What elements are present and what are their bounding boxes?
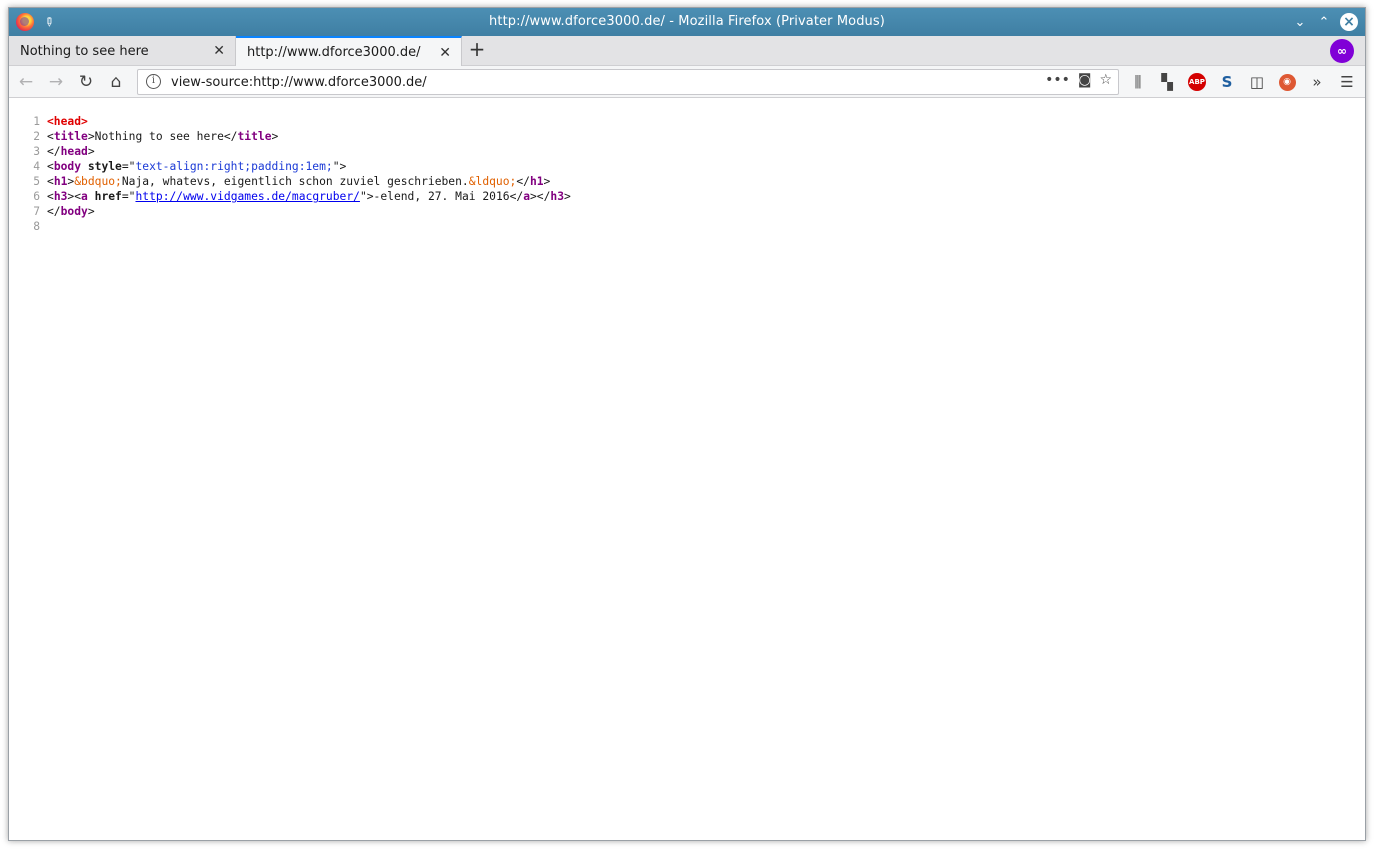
navigation-bar: ← → ↻ ⌂ i view-source:http://www.dforce3… — [9, 66, 1365, 98]
private-browsing-icon: ∞ — [1330, 39, 1354, 63]
close-window-icon[interactable]: × — [1340, 13, 1358, 31]
tab-close-icon[interactable]: ✕ — [213, 43, 225, 59]
overflow-menu-icon[interactable]: » — [1306, 71, 1328, 93]
view-source-content: 1 <head> 2 <title>Nothing to see here</t… — [9, 99, 1365, 840]
tab-nothing-to-see-here[interactable]: Nothing to see here ✕ — [9, 36, 236, 66]
tab-strip: Nothing to see here ✕ http://www.dforce3… — [9, 36, 1365, 67]
pocket-icon[interactable]: ◙ — [1078, 72, 1092, 88]
title-bar: ✎ http://www.dforce3000.de/ - Mozilla Fi… — [9, 8, 1365, 36]
library-icon[interactable]: ⫼ — [1127, 71, 1149, 93]
tab-label: Nothing to see here — [20, 43, 149, 59]
line-number: 7 — [33, 205, 40, 218]
url-input[interactable]: view-source:http://www.dforce3000.de/ — [171, 75, 427, 90]
reload-icon[interactable]: ↻ — [75, 71, 97, 93]
bookmark-star-icon[interactable]: ☆ — [1099, 72, 1112, 88]
line-number: 1 — [33, 115, 40, 128]
line-number: 2 — [33, 130, 40, 143]
source-code: 1 <head> 2 <title>Nothing to see here</t… — [9, 114, 571, 234]
forward-icon[interactable]: → — [45, 71, 67, 93]
entity-bdquo: &bdquo; — [74, 175, 122, 188]
line-number: 4 — [33, 160, 40, 173]
browser-window: ✎ http://www.dforce3000.de/ - Mozilla Fi… — [8, 7, 1366, 841]
source-line: 3 </head> — [9, 144, 571, 159]
source-href-link[interactable]: http://www.vidgames.de/macgruber/ — [135, 190, 359, 203]
home-icon[interactable]: ⌂ — [105, 71, 127, 93]
source-line: 6 <h3><a href="http://www.vidgames.de/ma… — [9, 189, 571, 204]
new-tab-icon[interactable]: + — [467, 39, 487, 60]
tab-close-icon[interactable]: ✕ — [439, 45, 451, 61]
style-attribute-value: text-align:right;padding:1em; — [135, 160, 333, 173]
url-bar[interactable]: i view-source:http://www.dforce3000.de/ … — [137, 69, 1119, 95]
source-line: 4 <body style="text-align:right;padding:… — [9, 159, 571, 174]
duckduckgo-icon[interactable]: ◉ — [1276, 71, 1298, 93]
line-number: 3 — [33, 145, 40, 158]
tab-label: http://www.dforce3000.de/ — [247, 45, 421, 60]
entity-ldquo: &ldquo; — [468, 175, 517, 188]
title-text: Nothing to see here — [94, 130, 224, 143]
extension-grid-icon[interactable]: ▚ — [1156, 71, 1178, 93]
line-number: 8 — [33, 220, 40, 233]
h1-text: Naja, whatevs, eigentlich schon zuviel g… — [121, 175, 469, 188]
page-actions-icon[interactable]: ••• — [1045, 72, 1070, 88]
maximize-icon[interactable]: ⌃ — [1314, 12, 1334, 32]
minimize-icon[interactable]: ⌄ — [1290, 12, 1310, 32]
source-line: 1 <head> — [9, 114, 571, 129]
site-info-icon[interactable]: i — [146, 74, 161, 89]
source-line: 2 <title>Nothing to see here</title> — [9, 129, 571, 144]
line-number: 5 — [33, 175, 40, 188]
window-title: http://www.dforce3000.de/ - Mozilla Fire… — [489, 14, 885, 29]
source-line: 8 — [9, 219, 571, 234]
tab-dforce3000[interactable]: http://www.dforce3000.de/ ✕ — [236, 36, 462, 67]
hamburger-menu-icon[interactable]: ☰ — [1336, 71, 1358, 93]
back-icon[interactable]: ← — [15, 71, 37, 93]
source-line: 5 <h1>&bdquo;Naja, whatevs, eigentlich s… — [9, 174, 571, 189]
sidebar-icon[interactable]: ◫ — [1246, 71, 1268, 93]
line-number: 6 — [33, 190, 40, 203]
link-text: -elend, 27. Mai 2016 — [373, 190, 510, 203]
source-line: 7 </body> — [9, 204, 571, 219]
adblock-plus-icon[interactable]: ABP — [1186, 71, 1208, 93]
extension-s-icon[interactable]: S — [1216, 71, 1238, 93]
